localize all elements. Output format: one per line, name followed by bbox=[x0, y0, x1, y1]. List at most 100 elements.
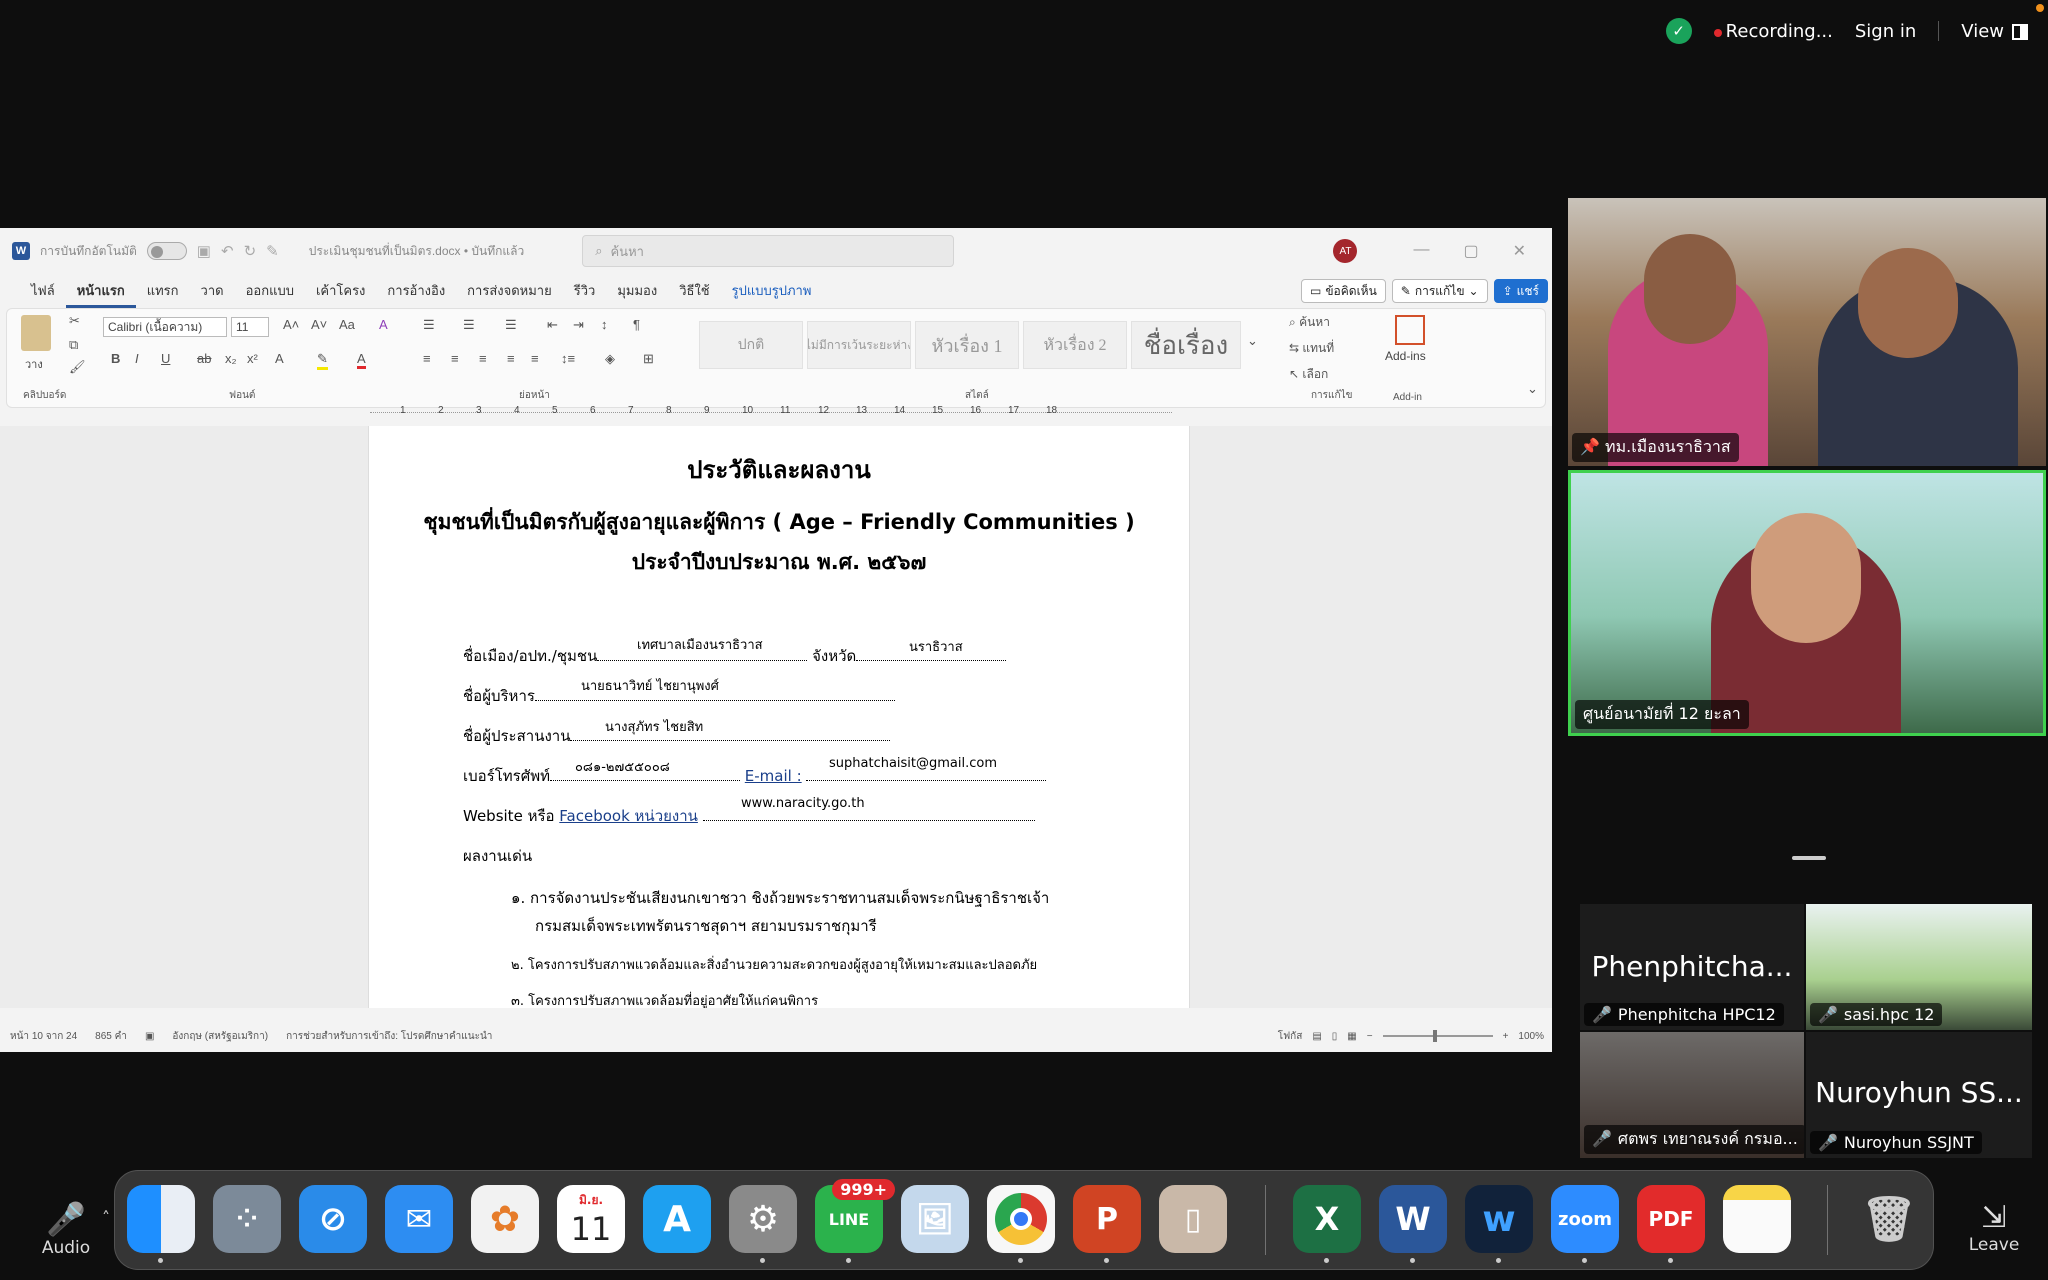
distributed-icon[interactable]: ≡ bbox=[531, 351, 539, 366]
video-tile-1[interactable]: 📌 ทม.เมืองนราธิวาส bbox=[1568, 198, 2046, 466]
tab-review[interactable]: รีวิว bbox=[563, 274, 607, 308]
strikethrough-icon[interactable]: ab bbox=[197, 351, 211, 366]
borders-icon[interactable]: ⊞ bbox=[643, 351, 654, 367]
page-count[interactable]: หน้า 10 จาก 24 bbox=[10, 1029, 77, 1044]
document-canvas[interactable]: ประวัติและผลงาน ชุมชนที่เป็นมิตรกับผู้สู… bbox=[0, 426, 1552, 1008]
redo-icon[interactable]: ↻ bbox=[244, 242, 257, 260]
sort-icon[interactable]: ↕ bbox=[601, 317, 608, 332]
print-layout-icon[interactable]: ▯ bbox=[1332, 1031, 1338, 1042]
pdf-app-icon[interactable]: PDF bbox=[1637, 1185, 1705, 1263]
zoom-out-icon[interactable]: − bbox=[1367, 1031, 1373, 1042]
chrome-icon[interactable] bbox=[987, 1185, 1055, 1263]
security-shield-icon[interactable]: ✓ bbox=[1665, 18, 1692, 44]
font-color-icon[interactable]: A bbox=[357, 351, 366, 369]
word-count[interactable]: 865 คำ bbox=[95, 1029, 127, 1044]
cut-icon[interactable]: ✂ bbox=[69, 313, 80, 329]
minimize-icon[interactable]: — bbox=[1413, 241, 1429, 261]
web-layout-icon[interactable]: ▦ bbox=[1347, 1031, 1356, 1042]
grow-font-icon[interactable]: A˄ bbox=[283, 317, 299, 332]
proofing-icon[interactable]: ▣ bbox=[145, 1031, 154, 1042]
launchpad-icon[interactable]: ⁘ bbox=[213, 1185, 281, 1253]
share-button[interactable]: ⇪ แชร์ bbox=[1493, 279, 1548, 303]
recording-indicator[interactable]: Recording... bbox=[1713, 21, 1833, 42]
mail-icon[interactable]: ✉ bbox=[385, 1185, 453, 1253]
accessibility-status[interactable]: การช่วยสำหรับการเข้าถึง: โปรดศึกษาคำแนะน… bbox=[286, 1029, 492, 1044]
select-button[interactable]: ↖ เลือก bbox=[1289, 365, 1328, 384]
maximize-icon[interactable]: ▢ bbox=[1463, 241, 1478, 261]
read-mode-icon[interactable]: ▤ bbox=[1312, 1031, 1321, 1042]
word-icon[interactable]: W bbox=[1379, 1185, 1447, 1263]
autosave-toggle[interactable] bbox=[146, 242, 187, 260]
change-case-icon[interactable]: Aa bbox=[339, 317, 355, 332]
excel-icon[interactable]: X bbox=[1293, 1185, 1361, 1263]
style-no-spacing[interactable]: ไม่มีการเว้นระยะห่าง bbox=[807, 321, 911, 369]
notes-icon[interactable] bbox=[1723, 1185, 1791, 1253]
highlight-icon[interactable]: ✎ bbox=[317, 351, 328, 370]
iphone-mirroring-icon[interactable]: ▯ bbox=[1159, 1185, 1227, 1253]
document-page[interactable]: ประวัติและผลงาน ชุมชนที่เป็นมิตรกับผู้สู… bbox=[368, 426, 1190, 1008]
justify-icon[interactable]: ≡ bbox=[507, 351, 515, 366]
replace-button[interactable]: ⇆ แทนที่ bbox=[1289, 339, 1334, 358]
video-tile-6[interactable]: Nuroyhun SS... 🎤 Nuroyhun SSJNT bbox=[1806, 1032, 2032, 1158]
undo-icon[interactable]: ↶ bbox=[221, 242, 234, 260]
tab-picture-format[interactable]: รูปแบบรูปภาพ bbox=[721, 274, 823, 308]
search-box[interactable]: ⌕ ค้นหา bbox=[582, 235, 955, 267]
save-icon[interactable]: ▣ bbox=[197, 242, 211, 260]
shrink-font-icon[interactable]: A˅ bbox=[311, 317, 327, 332]
text-effects-icon[interactable]: A bbox=[275, 351, 284, 366]
line-spacing-icon[interactable]: ↕≡ bbox=[561, 351, 575, 366]
tab-design[interactable]: ออกแบบ bbox=[235, 274, 305, 308]
numbering-icon[interactable]: ☰ bbox=[463, 317, 475, 333]
panel-resize-handle[interactable] bbox=[1792, 856, 1826, 860]
editing-mode-button[interactable]: ✎ การแก้ไข ⌄ bbox=[1391, 279, 1488, 303]
user-avatar[interactable]: AT bbox=[1333, 239, 1358, 263]
close-icon[interactable]: ✕ bbox=[1513, 241, 1526, 261]
clear-formatting-icon[interactable]: A bbox=[379, 317, 388, 332]
copy-icon[interactable]: ⧉ bbox=[69, 337, 78, 353]
comments-button[interactable]: ▭ ข้อคิดเห็น bbox=[1301, 279, 1386, 303]
find-button[interactable]: ⌕ ค้นหา bbox=[1289, 313, 1330, 332]
format-painter-icon[interactable]: 🖌 bbox=[69, 359, 86, 375]
align-left-icon[interactable]: ≡ bbox=[423, 351, 431, 366]
webex-icon[interactable]: w bbox=[1465, 1185, 1533, 1263]
style-heading-1[interactable]: หัวเรื่อง 1 bbox=[915, 321, 1019, 369]
sign-in-link[interactable]: Sign in bbox=[1855, 21, 1916, 42]
decrease-indent-icon[interactable]: ⇤ bbox=[547, 317, 558, 333]
bold-icon[interactable]: B bbox=[111, 351, 120, 366]
video-tile-5[interactable]: 🎤 ศตพร เทยาณรงค์ กรมอ... bbox=[1580, 1032, 1804, 1158]
zoom-level[interactable]: 100% bbox=[1518, 1031, 1544, 1042]
zoom-in-icon[interactable]: + bbox=[1503, 1031, 1509, 1042]
paste-icon[interactable] bbox=[21, 315, 51, 351]
language[interactable]: อังกฤษ (สหรัฐอเมริกา) bbox=[172, 1029, 268, 1044]
underline-icon[interactable]: U bbox=[161, 351, 170, 366]
video-tile-3[interactable]: Phenphitcha... 🎤 Phenphitcha HPC12 bbox=[1580, 904, 1804, 1030]
increase-indent-icon[interactable]: ⇥ bbox=[573, 317, 584, 333]
view-button[interactable]: View bbox=[1961, 21, 2028, 42]
leave-button[interactable]: ⇲ Leave bbox=[1964, 1200, 2024, 1255]
document-title[interactable]: ประเมินชุมชนที่เป็นมิตร.docx • บันทึกแล้… bbox=[309, 242, 524, 261]
font-size-select[interactable]: 11 bbox=[231, 317, 269, 337]
superscript-icon[interactable]: x² bbox=[247, 351, 258, 366]
focus-button[interactable]: โฟกัส bbox=[1278, 1029, 1303, 1044]
addins-label[interactable]: Add-ins bbox=[1385, 349, 1426, 363]
tab-mailings[interactable]: การส่งจดหมาย bbox=[456, 274, 563, 308]
style-title[interactable]: ชื่อเรื่อง bbox=[1131, 321, 1241, 369]
bullets-icon[interactable]: ☰ bbox=[423, 317, 435, 333]
tab-file[interactable]: ไฟล์ bbox=[20, 274, 66, 308]
subscript-icon[interactable]: x₂ bbox=[225, 351, 237, 366]
powerpoint-icon[interactable]: P bbox=[1073, 1185, 1141, 1263]
app-store-icon[interactable]: A bbox=[643, 1185, 711, 1253]
chevron-up-icon[interactable]: ˄ bbox=[102, 1208, 110, 1227]
italic-icon[interactable]: I bbox=[135, 351, 139, 366]
addins-icon[interactable] bbox=[1395, 315, 1425, 345]
video-tile-2-active-speaker[interactable]: ศูนย์อนามัยที่ 12 ยะลา bbox=[1568, 470, 2046, 736]
zoom-app-icon[interactable]: zoom bbox=[1551, 1185, 1619, 1263]
preview-icon[interactable]: 🖼 bbox=[901, 1185, 969, 1253]
tab-draw[interactable]: วาด bbox=[190, 274, 235, 308]
font-name-select[interactable]: Calibri (เนื้อความ) bbox=[103, 317, 227, 337]
tab-insert[interactable]: แทรก bbox=[136, 274, 190, 308]
tab-home[interactable]: หน้าแรก bbox=[65, 274, 136, 308]
format-painter-icon[interactable]: ✎ bbox=[266, 242, 279, 260]
tab-help[interactable]: วิธีใช้ bbox=[668, 274, 720, 308]
zoom-slider[interactable] bbox=[1382, 1030, 1493, 1042]
